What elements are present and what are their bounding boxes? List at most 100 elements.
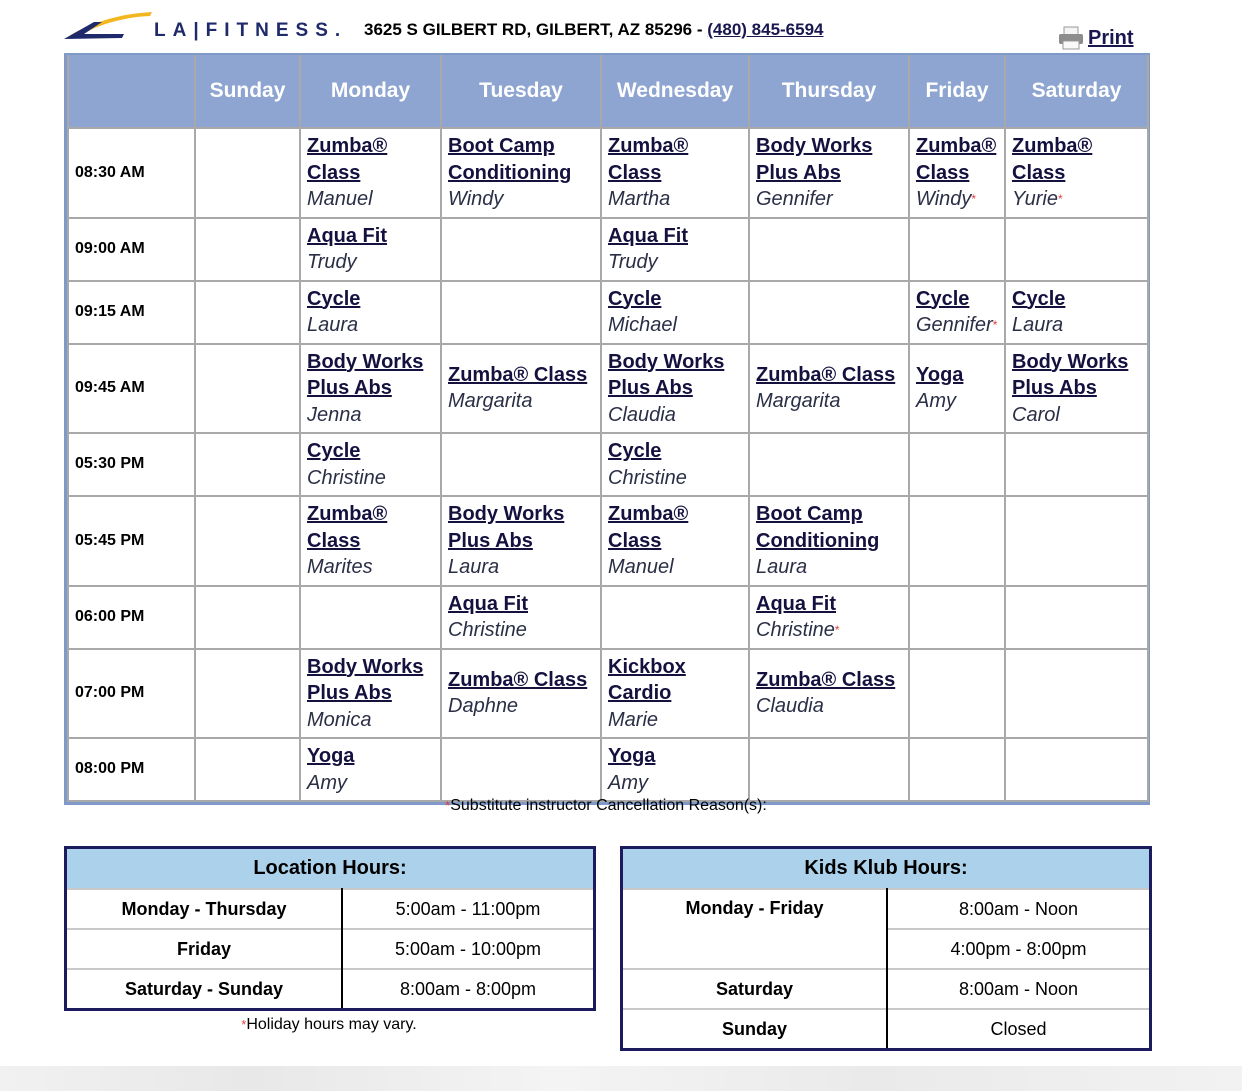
substitute-marker: * — [1057, 192, 1063, 206]
class-link[interactable]: Yoga — [608, 745, 655, 767]
class-link[interactable]: Cycle — [608, 288, 661, 310]
location-hours-title: Location Hours: — [67, 849, 593, 889]
day-header-friday: Friday — [908, 55, 1006, 129]
class-link[interactable]: Body Works Plus Abs — [307, 351, 423, 400]
instructor-name: Laura — [448, 556, 500, 578]
class-cell: Body Works Plus Abs Gennifer — [748, 127, 910, 219]
empty-cell — [748, 279, 910, 345]
empty-cell — [194, 279, 301, 345]
club-address: 3625 S GILBERT RD, GILBERT, AZ 85296 - (… — [364, 20, 824, 40]
class-cell: Aqua Fit Christine* — [748, 584, 910, 650]
hours-time: 8:00am - Noon — [887, 888, 1149, 929]
time-slot: 07:00 PM — [67, 647, 196, 739]
instructor-name: Monica — [307, 708, 372, 731]
empty-cell — [908, 647, 1006, 739]
class-link[interactable]: Zumba® Class — [608, 503, 688, 552]
class-link[interactable]: Zumba® Class — [1012, 135, 1092, 184]
class-link[interactable]: Aqua Fit — [448, 593, 528, 615]
print-link[interactable]: Print — [1088, 27, 1134, 50]
class-link[interactable]: Aqua Fit — [756, 593, 836, 615]
empty-cell — [299, 584, 442, 650]
hours-row: Monday - Thursday 5:00am - 11:00pm — [67, 888, 593, 929]
class-link[interactable]: Yoga — [916, 364, 963, 386]
class-cell: Yoga Amy — [299, 737, 442, 802]
class-cell: Zumba® Class Martha — [600, 127, 750, 219]
class-link[interactable]: Zumba® Class — [448, 364, 587, 386]
instructor-name: Margarita — [756, 390, 841, 413]
class-link[interactable]: Yoga — [307, 745, 354, 767]
day-header-wednesday: Wednesday — [600, 55, 750, 129]
class-link[interactable]: Boot Camp Conditioning — [756, 503, 879, 552]
class-link[interactable]: Cycle — [608, 440, 661, 462]
class-link[interactable]: Aqua Fit — [608, 225, 688, 247]
print-button[interactable]: Print — [1058, 26, 1134, 50]
instructor-name: Michael — [608, 314, 677, 336]
class-link[interactable]: Body Works Plus Abs — [608, 351, 724, 400]
class-cell: Body Works Plus Abs Claudia — [600, 342, 750, 434]
empty-cell — [748, 737, 910, 802]
hours-time: Closed — [887, 1008, 1149, 1048]
class-link[interactable]: Zumba® Class — [608, 135, 688, 184]
class-cell: Cycle Michael — [600, 279, 750, 345]
class-cell: Body Works Plus Abs Laura — [440, 495, 602, 587]
class-link[interactable]: Cycle — [1012, 288, 1065, 310]
schedule-row: 05:45 PM Zumba® Class Marites Body Works Pl… — [67, 495, 1149, 587]
printer-icon — [1058, 26, 1084, 50]
holiday-note: *Holiday hours may vary. — [64, 1016, 594, 1034]
empty-cell — [748, 432, 910, 497]
class-cell: Zumba® Class Manuel — [600, 495, 750, 587]
class-link[interactable]: Aqua Fit — [307, 225, 387, 247]
la-fitness-logo[interactable]: LA|FITNESS. — [64, 8, 340, 44]
day-header-tuesday: Tuesday — [440, 55, 602, 129]
empty-cell — [194, 432, 301, 497]
class-link[interactable]: Body Works Plus Abs — [1012, 351, 1128, 400]
class-link[interactable]: Body Works Plus Abs — [756, 135, 872, 184]
class-schedule: Sunday Monday Tuesday Wednesday Thursday Frid… — [64, 53, 1150, 805]
empty-cell — [440, 279, 602, 345]
time-column-header — [67, 55, 196, 129]
class-link[interactable]: Zumba® Class — [307, 503, 387, 552]
instructor-name: Trudy — [307, 251, 357, 273]
class-cell: Cycle Christine — [299, 432, 442, 497]
class-link[interactable]: Zumba® Class — [307, 135, 387, 184]
empty-cell — [1004, 432, 1149, 497]
schedule-row: 07:00 PM Body Works Plus Abs Monica Zumba® … — [67, 647, 1149, 739]
instructor-name: Laura — [756, 556, 808, 578]
class-link[interactable]: Cycle — [307, 288, 360, 310]
class-link[interactable]: Cycle — [307, 440, 360, 462]
empty-cell — [748, 216, 910, 282]
class-cell: Cycle Laura — [299, 279, 442, 345]
class-link[interactable]: Zumba® Class — [916, 135, 996, 184]
instructor-name: Laura — [307, 314, 359, 336]
substitute-marker: * — [834, 623, 840, 637]
class-cell: Body Works Plus Abs Carol — [1004, 342, 1149, 434]
day-header-thursday: Thursday — [748, 55, 910, 129]
hours-day: Saturday — [623, 968, 888, 1009]
empty-cell — [1004, 495, 1149, 587]
class-link[interactable]: Cycle — [916, 288, 969, 310]
class-link[interactable]: Body Works Plus Abs — [307, 656, 423, 705]
class-cell: Body Works Plus Abs Monica — [299, 647, 442, 739]
class-link[interactable]: Kickbox Cardio — [608, 656, 686, 705]
class-cell: Kickbox Cardio Marie — [600, 647, 750, 739]
instructor-name: Windy — [916, 188, 972, 210]
instructor-name: Yurie — [1012, 188, 1058, 210]
instructor-name: Amy — [608, 771, 648, 794]
hours-day: Monday - Thursday — [67, 888, 343, 929]
class-link[interactable]: Body Works Plus Abs — [448, 503, 564, 552]
class-link[interactable]: Zumba® Class — [756, 364, 895, 386]
class-link[interactable]: Zumba® Class — [756, 669, 895, 691]
instructor-name: Gennifer — [756, 188, 833, 210]
class-link[interactable]: Boot Camp Conditioning — [448, 135, 571, 184]
class-cell: Aqua Fit Trudy — [299, 216, 442, 282]
schedule-row: 09:15 AM Cycle Laura Cycle Michael Cycle Genni… — [67, 279, 1149, 345]
phone-link[interactable]: (480) 845-6594 — [707, 20, 823, 39]
hours-time: 5:00am - 11:00pm — [342, 888, 593, 929]
substitute-marker: * — [971, 192, 977, 206]
class-link[interactable]: Zumba® Class — [448, 669, 587, 691]
class-cell: Boot Camp Conditioning Laura — [748, 495, 910, 587]
class-cell: Yoga Amy — [908, 342, 1006, 434]
class-cell: Zumba® Class Windy* — [908, 127, 1006, 219]
empty-cell — [908, 584, 1006, 650]
day-header-saturday: Saturday — [1004, 55, 1149, 129]
